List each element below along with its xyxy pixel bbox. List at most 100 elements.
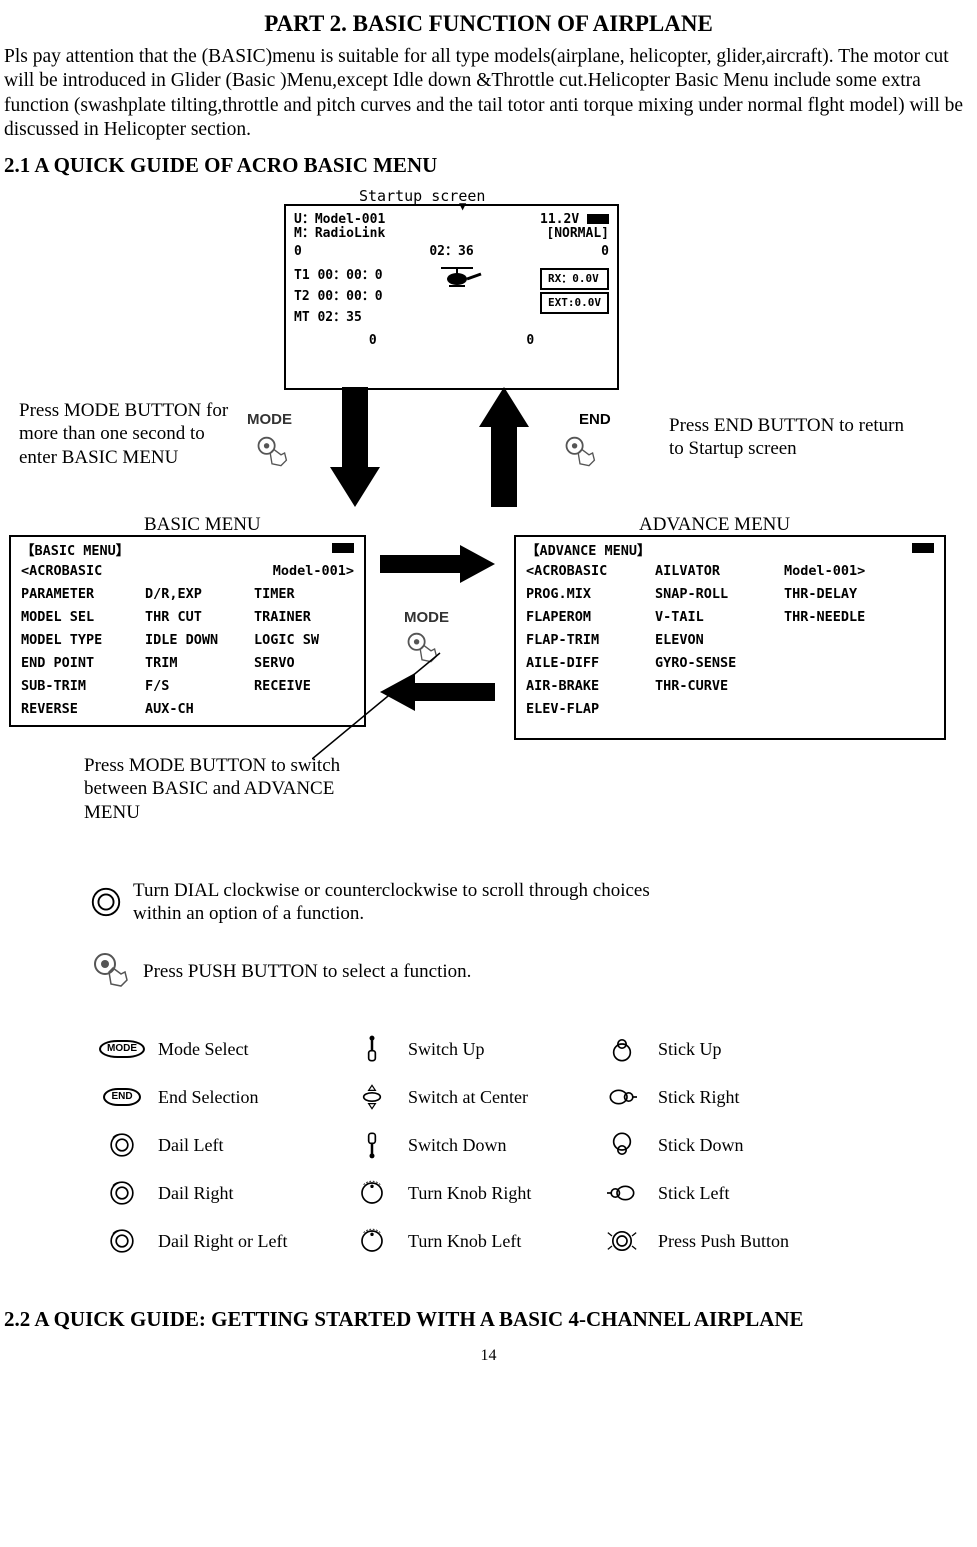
battery-icon [332, 543, 354, 553]
legend-label: Dail Right or Left [158, 1230, 287, 1253]
menu-item: FLAP-TRIM [526, 632, 641, 649]
legend-label: Turn Knob Left [408, 1230, 521, 1253]
menu-item: D/R,EXP [145, 586, 240, 603]
caption-press-mode: Press MODE BUTTON for more than one seco… [19, 399, 229, 470]
menu-item [784, 632, 879, 649]
menu-item: TIMER [254, 586, 334, 603]
advance-menu-label: ADVANCE MENU [639, 513, 790, 537]
push-hand-icon [89, 950, 133, 994]
section-2-1-heading: 2.1 A QUICK GUIDE OF ACRO BASIC MENU [4, 152, 973, 178]
antenna-icon: ▼ [459, 199, 466, 228]
menu-item: SUB-TRIM [21, 678, 131, 695]
push-btn-icon [604, 1226, 640, 1256]
caption-switch-menu: Press MODE BUTTON to switch between BASI… [84, 754, 364, 825]
menu-item: MODEL SEL [21, 609, 131, 626]
end-oval-icon: END [104, 1082, 140, 1112]
ss-t1: T1 00：00：0 [294, 266, 383, 287]
adv-menu-top1: <ACROBASIC [526, 563, 641, 580]
page-number: 14 [4, 1346, 973, 1366]
legend-item: Dail Right [104, 1178, 354, 1208]
legend-item: Switch Down [354, 1130, 604, 1160]
legend-item: Turn Knob Right [354, 1178, 604, 1208]
arrow-left-icon [380, 673, 495, 711]
dial-icon [104, 1130, 140, 1160]
legend-label: Press Push Button [658, 1230, 789, 1253]
battery-icon [912, 543, 934, 553]
legend-item: END End Selection [104, 1082, 354, 1112]
page-title: PART 2. BASIC FUNCTION OF AIRPLANE [4, 10, 973, 39]
menu-item: MODEL TYPE [21, 632, 131, 649]
push-instruction: Press PUSH BUTTON to select a function. [143, 960, 471, 984]
ss-m: M：RadioLink [294, 226, 385, 242]
adv-menu-top2: AILVATOR [655, 563, 770, 580]
basic-menu-grid: PARAMETER D/R,EXP TIMER MODEL SEL THR CUT TRA… [21, 586, 354, 717]
legend-grid: MODEMode SelectSwitch UpStick UpENDEnd S… [104, 1034, 973, 1256]
switch-center-icon [354, 1082, 390, 1112]
menu-item: ELEV-FLAP [526, 701, 641, 718]
stick-up-icon [604, 1034, 640, 1064]
mode-label: MODE [404, 609, 449, 628]
legend-item: Stick Right [604, 1082, 854, 1112]
legend-label: Mode Select [158, 1038, 248, 1061]
menu-item: PROG.MIX [526, 586, 641, 603]
mode-label: MODE [247, 411, 292, 430]
legend-label: Stick Up [658, 1038, 722, 1061]
legend-item: Dail Left [104, 1130, 354, 1160]
menu-item: V-TAIL [655, 609, 770, 626]
advance-menu-screen: 【ADVANCE MENU】 <ACROBASIC AILVATOR Model… [514, 535, 946, 740]
ss-time: 02：36 [429, 244, 473, 260]
switch-down-icon [354, 1130, 390, 1160]
knob-icon [354, 1178, 390, 1208]
menu-item: THR-NEEDLE [784, 609, 879, 626]
legend-item: MODEMode Select [104, 1034, 354, 1064]
legend-label: Stick Right [658, 1086, 740, 1109]
legend-item: Turn Knob Left [354, 1226, 604, 1256]
ss-bz2: 0 [526, 333, 534, 349]
menu-item: SERVO [254, 655, 334, 672]
legend-label: End Selection [158, 1086, 258, 1109]
ss-left-zero: 0 [294, 244, 302, 260]
basic-menu-top2: Model-001> [273, 563, 354, 580]
menu-item [784, 701, 879, 718]
stick-left-icon [604, 1178, 640, 1208]
menu-item: F/S [145, 678, 240, 695]
instructions-block: Turn DIAL clockwise or counterclockwise … [89, 879, 973, 995]
startup-screen: U：Model-001 ▼ 11.2V M：RadioLink [NORMAL]… [284, 204, 619, 390]
legend-label: Turn Knob Right [408, 1182, 531, 1205]
ss-normal: [NORMAL] [546, 226, 609, 242]
menu-item: REVERSE [21, 701, 131, 718]
legend-label: Switch Down [408, 1134, 507, 1157]
basic-menu-top1: <ACROBASIC [21, 563, 102, 580]
legend-item: Press Push Button [604, 1226, 854, 1256]
press-hand-icon [404, 631, 440, 667]
section-2-2-heading: 2.2 A QUICK GUIDE: GETTING STARTED WITH … [4, 1306, 973, 1332]
menu-item: TRAINER [254, 609, 334, 626]
menu-item: THR CUT [145, 609, 240, 626]
ss-rx: RX：0.0V [540, 268, 609, 290]
flow-diagram: Startup screen U：Model-001 ▼ 11.2V M：Rad… [4, 209, 973, 869]
menu-item [784, 678, 879, 695]
legend-item: Dail Right or Left [104, 1226, 354, 1256]
menu-item [254, 701, 334, 718]
legend-item: Stick Up [604, 1034, 854, 1064]
legend-item: Switch at Center [354, 1082, 604, 1112]
stick-right-icon [604, 1082, 640, 1112]
menu-item: END POINT [21, 655, 131, 672]
menu-item: PARAMETER [21, 586, 131, 603]
advance-menu-title: 【ADVANCE MENU】 [526, 543, 651, 560]
arrow-down-icon [330, 387, 380, 507]
menu-item: THR-CURVE [655, 678, 770, 695]
dial-icon [104, 1226, 140, 1256]
dial-instruction: Turn DIAL clockwise or counterclockwise … [133, 879, 703, 927]
startup-screen-label: Startup screen [359, 187, 485, 206]
caption-press-end: Press END BUTTON to return to Startup sc… [669, 414, 919, 462]
dial-icon [104, 1178, 140, 1208]
menu-item: LOGIC SW [254, 632, 334, 649]
helicopter-icon [439, 264, 483, 296]
press-hand-icon [254, 435, 290, 471]
arrow-up-icon [479, 387, 529, 507]
ss-bz1: 0 [369, 333, 377, 349]
menu-item: AIR-BRAKE [526, 678, 641, 695]
menu-item: TRIM [145, 655, 240, 672]
basic-menu-screen: 【BASIC MENU】 <ACROBASIC Model-001> PARAM… [9, 535, 366, 727]
